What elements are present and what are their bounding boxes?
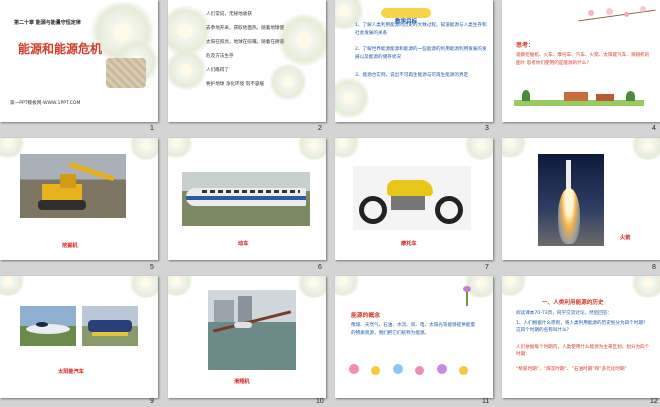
flower-decoration [630,138,660,160]
body-line: 危及方法生存 [206,54,234,59]
glider-photo [208,290,296,370]
objective-item: 1、了解人类利用能源的历史的大致过程。知道能源与人类生存和社会发展的关系 [355,23,487,36]
photo-caption: 太阳能汽车 [58,369,84,375]
body-line: 人们常说，无秘地收获 [206,12,252,17]
body-line: 要护地球 净化环境 刻不容缓 [206,82,265,87]
slide-number: 10 [316,398,324,405]
flower-decoration [335,76,369,120]
slide-number: 8 [652,264,656,271]
slide-number: 11 [482,398,490,405]
solar-car-photo-1 [20,306,76,346]
flower-decoration [463,138,493,160]
objective-item: 2、了解世界能源能源和能源的一些能源的利用能源利用发展的发展以及能源的储存状况 [355,47,487,60]
flower-decoration [630,276,660,298]
flower-decoration [168,138,194,158]
body-line: 人们依据每个时期内，人类使用什么能源为主来区划，划分为四个时期： [516,345,650,357]
excavator-photo [20,154,126,218]
era-list: “柴薪时期”、“煤炭时期”、“石油时期”和“多元化时期” [516,367,627,372]
photo-caption: 火箭 [620,235,631,241]
body-line: 1、人们根据什么原则，将人类利用能源的历史划分为四个时期？这四个时期的名称叫什么… [516,321,648,333]
slide-heading: 一、人类利用能源的历史 [542,300,604,306]
slide-thumbnail-10[interactable]: 滑翔机 [168,276,326,398]
photo-caption: 摩托车 [401,241,417,247]
slide-thumbnail-5[interactable]: 挖掘机 [0,138,158,260]
motorcycle-photo [353,166,471,230]
body-line: 人们瞧得了 [206,68,229,73]
slide-number: 12 [650,398,658,405]
photo-caption: 滑翔机 [234,379,250,385]
slide-title: 能源和能源危机 [18,42,103,56]
flower-row [349,364,479,378]
flower-decoration [502,276,528,296]
footer-text: 第一PPT模板网-WWW.1PPT.COM [10,101,81,106]
flower-decoration [128,138,158,160]
flower-decoration [335,276,361,296]
slide-thumbnail-2[interactable]: 人们常说，无秘地收获 去参地开采，获取地面热。随着地球使 太阳在照亮，地球在喧嚷… [168,0,326,122]
slide-thumbnail-7[interactable]: 摩托车 [335,138,493,260]
body-text: 像煤、天然气、石油、水流、风、电、太阳光等能够提供能量的物质资源，我们把它们统称… [351,323,476,336]
slide-number: 9 [150,398,154,405]
flower-decoration [296,138,326,160]
chapter-label: 第二十章 能源与能量守恒定律 [14,20,81,26]
flower-decoration [168,276,194,296]
slide-number: 6 [318,264,322,271]
body-text: 观察挖掘机、火车、摩托车、汽车、火箭、太阳能汽车、滑翔机的图片 思考你们使用的是… [516,53,650,66]
slide-heading: 能源的概念 [351,313,380,319]
blossom-branch [578,6,656,24]
body-line: 太阳在照亮，地球在喧嚷。随着在耕道 [206,40,285,45]
objective-item: 3、能源合实例，说出不可再生能源与可再生能源的界定 [355,73,469,78]
slide-thumbnail-3[interactable]: 教学目标 1、了解人类利用能源的历史的大致过程。知道能源与人类生存和社会发展的关… [335,0,493,122]
slide-number: 7 [485,264,489,271]
slide-thumbnail-12[interactable]: 一、人类利用能源的历史 阅读课本70-73页，同学交流讨论，然后回答： 1、人们… [502,276,660,398]
slide-thumbnail-11[interactable]: 能源的概念 像煤、天然气、石油、水流、风、电、太阳光等能够提供能量的物质资源，我… [335,276,493,398]
solar-car-photo-2 [82,306,138,346]
flower-decoration [128,276,158,298]
photo-caption: 动车 [238,241,249,247]
flower-decoration [502,138,528,158]
slide-number: 1 [150,125,154,132]
slide-thumbnail-8[interactable]: 火箭 [502,138,660,260]
body-line: 去参地开采，获取地面热。随着地球使 [206,26,285,31]
slide-number: 4 [652,125,656,132]
decor-sprig [463,286,471,306]
body-line: 阅读课本70-73页，同学交流讨论，然后回答： [516,311,613,316]
slide-thumbnail-6[interactable]: 动车 [168,138,326,260]
farm-illustration [514,90,644,106]
slide-number: 5 [150,264,154,271]
train-photo [182,172,310,226]
think-label: 思考： [516,42,535,49]
rocket-photo [538,154,604,246]
slide-thumbnail-9[interactable]: 太阳能汽车 [0,276,158,398]
flower-decoration [0,276,26,296]
flower-basket [106,58,146,88]
slide-thumbnail-4[interactable]: 思考： 观察挖掘机、火车、摩托车、汽车、火箭、太阳能汽车、滑翔机的图片 思考你们… [502,0,660,122]
flower-decoration [168,50,208,90]
flower-decoration [296,276,326,298]
slide-number: 3 [485,125,489,132]
photo-caption: 挖掘机 [62,243,78,249]
flower-decoration [335,138,361,158]
flower-decoration [268,64,308,100]
heading-badge: 教学目标 [381,8,431,25]
slide-number: 2 [318,125,322,132]
slide-thumbnail-1[interactable]: 第二十章 能源与能量守恒定律 能源和能源危机 第一PPT模板网-WWW.1PPT… [0,0,158,122]
